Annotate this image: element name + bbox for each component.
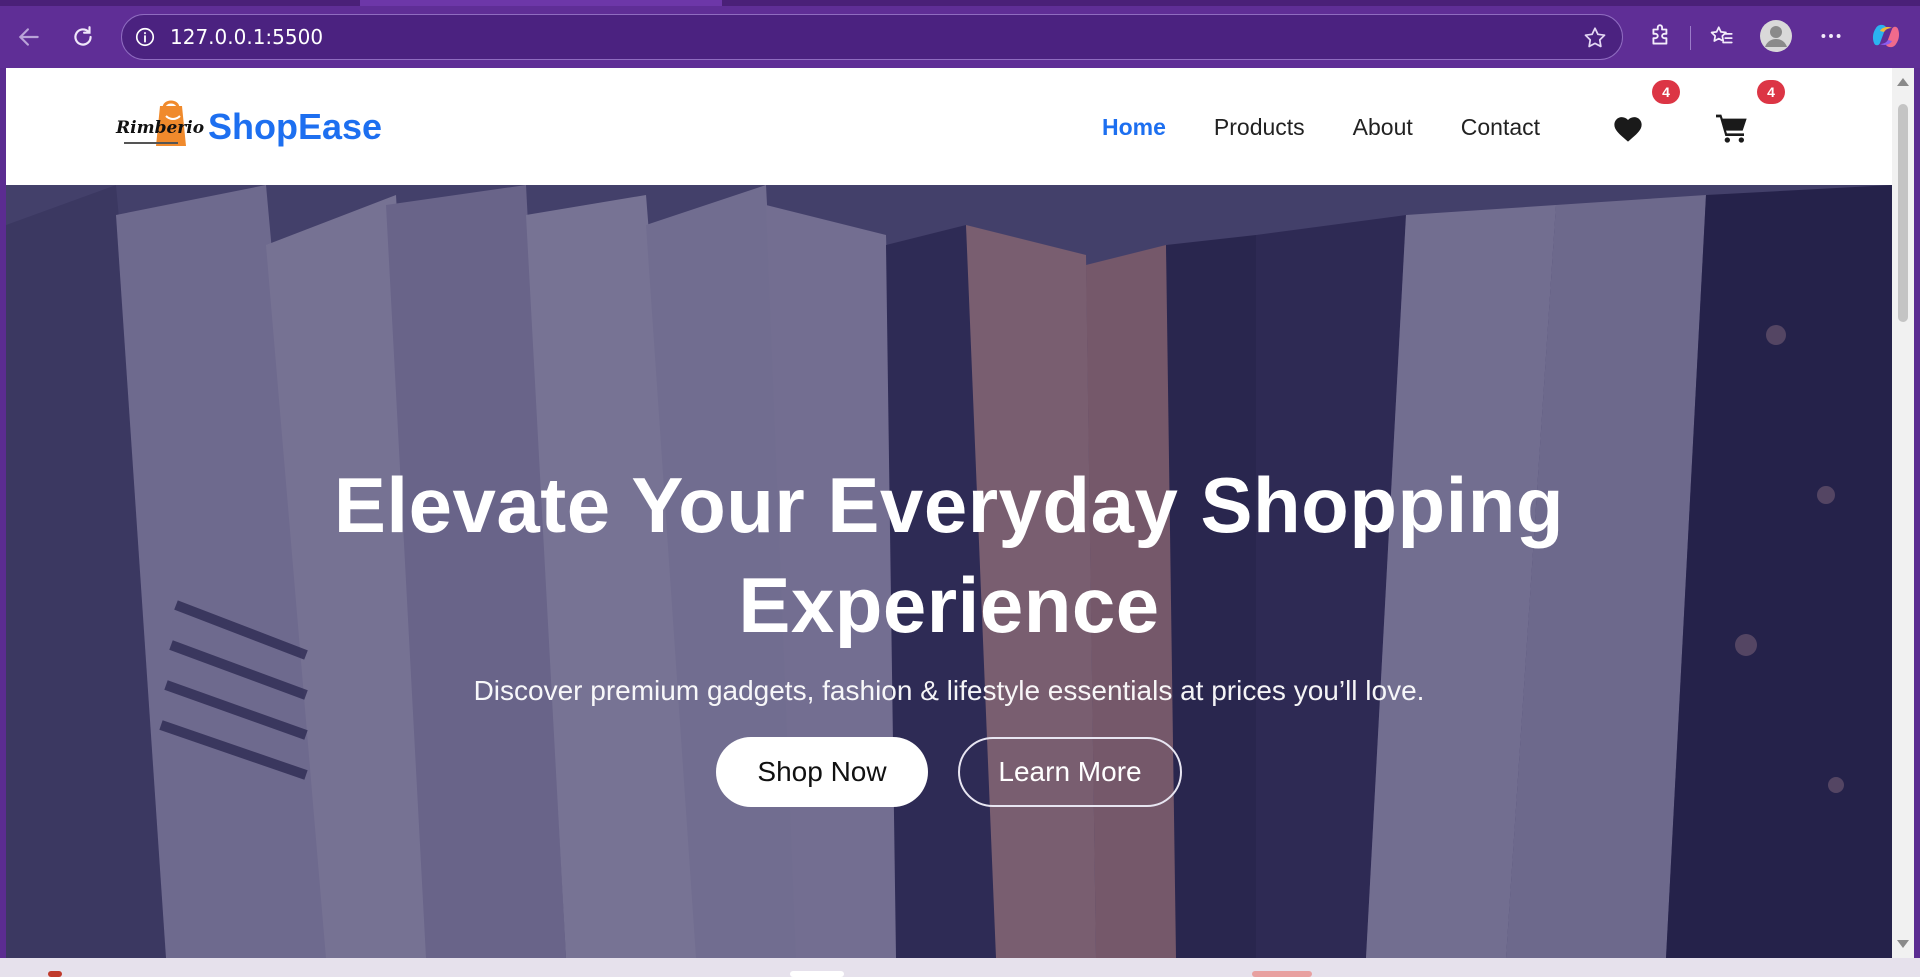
hero-content: Elevate Your Everyday Shopping Experienc… xyxy=(6,455,1892,807)
logo-tagline xyxy=(124,142,178,144)
back-button[interactable] xyxy=(12,20,46,54)
taskbar-item[interactable] xyxy=(48,971,62,977)
brand-name[interactable]: ShopEase xyxy=(208,106,382,148)
hero-section: Elevate Your Everyday Shopping Experienc… xyxy=(6,185,1892,958)
heart-icon xyxy=(1614,117,1642,142)
wishlist-count-badge: 4 xyxy=(1652,80,1680,104)
page-scrollbar[interactable] xyxy=(1892,68,1914,958)
scroll-up-arrow-icon[interactable] xyxy=(1897,78,1909,86)
reload-icon xyxy=(74,26,92,46)
avatar-icon xyxy=(1760,20,1792,52)
shopping-cart-icon xyxy=(1716,114,1747,143)
taskbar-strip xyxy=(0,958,1920,977)
taskbar-item[interactable] xyxy=(1252,971,1312,977)
copilot-icon xyxy=(1872,24,1900,48)
profile-button[interactable] xyxy=(1758,18,1794,54)
logo: Rimberio xyxy=(116,94,205,160)
scroll-down-arrow-icon[interactable] xyxy=(1897,940,1909,948)
hero-title-line2: Experience xyxy=(738,561,1160,649)
wishlist-button[interactable] xyxy=(1608,108,1648,148)
browser-toolbar: 127.0.0.1:5500 xyxy=(0,0,1920,68)
cart-button[interactable] xyxy=(1712,108,1752,148)
shop-now-button[interactable]: Shop Now xyxy=(716,737,928,807)
hero-title: Elevate Your Everyday Shopping Experienc… xyxy=(6,455,1892,655)
main-nav: Home Products About Contact xyxy=(1102,114,1588,141)
logo-text: Rimberio xyxy=(116,118,205,138)
copilot-button[interactable] xyxy=(1868,18,1904,54)
settings-menu-button[interactable] xyxy=(1813,18,1849,54)
nav-contact[interactable]: Contact xyxy=(1461,114,1540,141)
hero-buttons: Shop Now Learn More xyxy=(6,737,1892,807)
page-viewport: Rimberio ShopEase Home Products About Co… xyxy=(6,68,1892,958)
url-text[interactable]: 127.0.0.1:5500 xyxy=(170,25,323,49)
active-tab[interactable] xyxy=(360,0,722,6)
learn-more-button[interactable]: Learn More xyxy=(958,737,1182,807)
reload-button[interactable] xyxy=(66,20,100,54)
more-dots-icon xyxy=(1821,34,1841,38)
nav-products[interactable]: Products xyxy=(1214,114,1305,141)
hero-title-line1: Elevate Your Everyday Shopping xyxy=(333,461,1565,549)
puzzle-icon xyxy=(1652,24,1668,45)
favorites-button[interactable] xyxy=(1704,18,1740,54)
favorites-list-icon xyxy=(1710,26,1733,44)
address-bar[interactable]: 127.0.0.1:5500 xyxy=(121,14,1623,60)
cart-count-badge: 4 xyxy=(1757,80,1785,104)
taskbar-item[interactable] xyxy=(790,971,844,977)
site-info-icon[interactable] xyxy=(134,26,156,48)
nav-home[interactable]: Home xyxy=(1102,114,1166,141)
scrollbar-thumb[interactable] xyxy=(1898,104,1908,322)
toolbar-divider xyxy=(1690,26,1691,50)
hero-subtitle: Discover premium gadgets, fashion & life… xyxy=(473,675,1425,706)
extensions-button[interactable] xyxy=(1643,18,1679,54)
site-header: Rimberio ShopEase Home Products About Co… xyxy=(6,68,1892,185)
logo-link[interactable]: Rimberio ShopEase xyxy=(116,94,382,160)
favorite-star-icon[interactable] xyxy=(1582,25,1608,51)
nav-about[interactable]: About xyxy=(1353,114,1413,141)
tab-strip xyxy=(0,0,1920,6)
arrow-left-icon xyxy=(18,28,39,46)
